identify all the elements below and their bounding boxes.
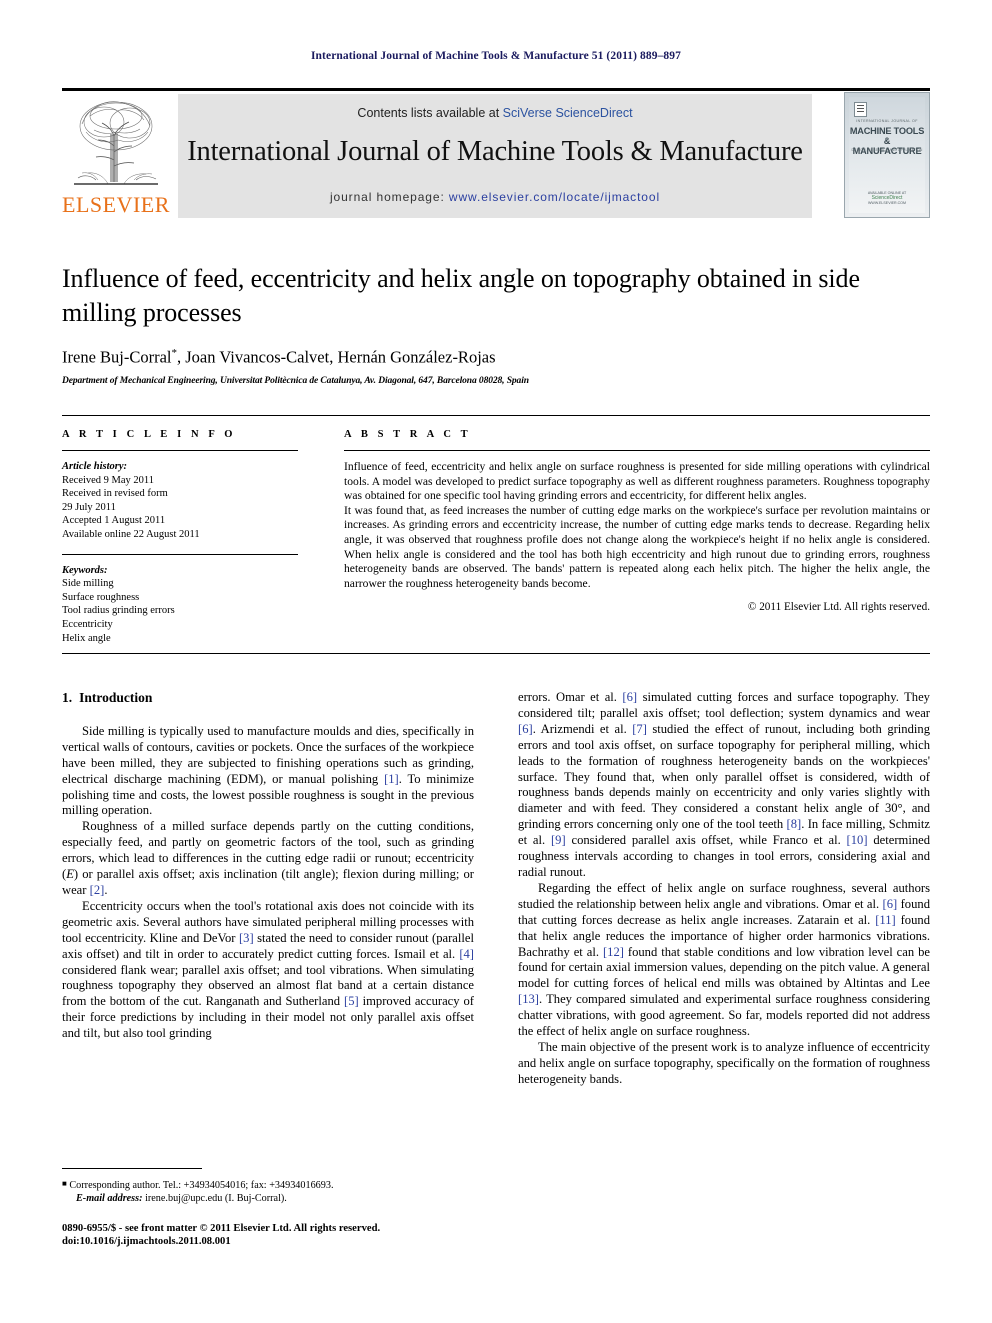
journal-article-page: International Journal of Machine Tools &… <box>0 0 992 1323</box>
email-value[interactable]: irene.buj@upc.edu (I. Buj-Corral). <box>145 1193 287 1204</box>
body-paragraph: errors. Omar et al. [6] simulated cuttin… <box>518 690 931 879</box>
keyword-item: Eccentricity <box>62 618 113 630</box>
cover-inner: INTERNATIONAL JOURNAL OF MACHINE TOOLS &… <box>849 97 925 213</box>
keyword-item: Helix angle <box>62 632 111 644</box>
email-line: E-mail address: irene.buj@upc.edu (I. Bu… <box>62 1192 474 1205</box>
cover-subtitle: DESIGN, RESEARCH AND APPLICATION <box>851 148 923 152</box>
abstract-paragraph: It was found that, as feed increases the… <box>344 503 930 590</box>
article-title-block: Influence of feed, eccentricity and heli… <box>62 262 930 386</box>
email-label: E-mail address: <box>76 1193 143 1204</box>
masthead-top-rule <box>62 88 930 91</box>
article-info-divider <box>62 450 298 451</box>
abstract-column: A B S T R A C T Influence of feed, eccen… <box>344 429 930 613</box>
masthead-panel: Contents lists available at SciVerse Sci… <box>178 94 812 218</box>
body-column-right: errors. Omar et al. [6] simulated cuttin… <box>518 690 930 1088</box>
journal-masthead: ELSEVIER Contents lists available at Sci… <box>62 88 930 218</box>
homepage-prefix: journal homepage: <box>329 190 449 204</box>
article-history-label: Article history: <box>62 461 128 472</box>
contents-prefix: Contents lists available at <box>357 106 503 120</box>
body-paragraph: The main objective of the present work i… <box>518 1039 930 1086</box>
history-item: Received in revised form <box>62 488 168 500</box>
journal-homepage-link[interactable]: www.elsevier.com/locate/ijmactool <box>449 190 660 204</box>
abstract-divider <box>344 450 930 451</box>
history-item: 29 July 2011 <box>62 501 116 513</box>
article-history-block: Article history: Received 9 May 2011 Rec… <box>62 460 298 542</box>
running-head: International Journal of Machine Tools &… <box>310 50 681 62</box>
keywords-block: Keywords: Side milling Surface roughness… <box>62 564 298 646</box>
abstract-paragraph: Influence of feed, eccentricity and heli… <box>344 460 930 503</box>
info-bottom-rule <box>62 653 930 654</box>
keyword-item: Tool radius grinding errors <box>62 605 175 617</box>
journal-homepage-line: journal homepage: www.elsevier.com/locat… <box>178 190 812 204</box>
abstract-body: Influence of feed, eccentricity and heli… <box>344 460 930 591</box>
body-paragraph: Roughness of a milled surface depends pa… <box>62 819 474 897</box>
body-paragraph: Regarding the effect of helix angle on s… <box>518 880 930 1039</box>
history-item: Received 9 May 2011 <box>62 474 155 486</box>
section-title: Introduction <box>79 690 153 705</box>
keywords-label: Keywords: <box>62 564 108 576</box>
author-list: Irene Buj-Corral*, Joan Vivancos-Calvet,… <box>62 347 496 367</box>
abstract-heading: A B S T R A C T <box>344 429 472 440</box>
elsevier-wordmark: ELSEVIER <box>62 192 170 217</box>
page-title: Influence of feed, eccentricity and heli… <box>62 264 860 327</box>
affiliation: Department of Mechanical Engineering, Un… <box>62 375 529 386</box>
history-item: Available online 22 August 2011 <box>62 528 200 540</box>
elsevier-logo: ELSEVIER <box>62 94 170 218</box>
article-info-heading: A R T I C L E I N F O <box>62 429 237 440</box>
body-column-left: 1. Introduction Side milling is typically… <box>62 690 474 1042</box>
copyright-line: © 2011 Elsevier Ltd. All rights reserved… <box>747 601 930 614</box>
imprint-doi[interactable]: doi:10.1016/j.ijmachtools.2011.08.001 <box>62 1235 502 1248</box>
body-paragraph: Side milling is typically used to manufa… <box>62 723 474 818</box>
article-info-column: A R T I C L E I N F O Article history: R… <box>62 429 298 645</box>
sciencedirect-link[interactable]: SciVerse ScienceDirect <box>503 106 633 120</box>
section-number: 1. <box>62 690 73 705</box>
cover-footer-publisher: WWW.ELSEVIER.COM <box>868 201 906 205</box>
corresponding-author-footnote: ■ Corresponding author. Tel.: +349340540… <box>62 1177 474 1205</box>
elsevier-tree-icon <box>68 96 164 188</box>
cover-footer: AVAILABLE ONLINE AT ScienceDirect WWW.EL… <box>849 191 925 206</box>
contents-list-line: Contents lists available at SciVerse Sci… <box>178 106 812 120</box>
keywords-divider <box>62 553 298 555</box>
info-top-rule <box>62 415 930 416</box>
imprint-block: 0890-6955/$ - see front matter © 2011 El… <box>62 1222 502 1249</box>
keyword-item: Surface roughness <box>62 591 140 603</box>
section-heading: 1. Introduction <box>62 690 474 706</box>
cover-title-line1: MACHINE TOOLS <box>849 126 925 136</box>
corresponding-author-text: Corresponding author. Tel.: +34934054016… <box>69 1180 334 1191</box>
keyword-item: Side milling <box>62 578 114 590</box>
body-paragraph: Eccentricity occurs when the tool's rota… <box>62 898 474 1041</box>
journal-title: International Journal of Machine Tools &… <box>187 136 803 167</box>
corresponding-author-line: ■ Corresponding author. Tel.: +349340540… <box>62 1177 474 1192</box>
journal-cover-thumbnail: INTERNATIONAL JOURNAL OF MACHINE TOOLS &… <box>844 92 930 218</box>
cover-eyebrow: INTERNATIONAL JOURNAL OF <box>856 119 918 123</box>
footnote-rule <box>62 1168 202 1169</box>
cover-publisher-mark-icon <box>854 102 867 117</box>
cover-title-line2: & MANUFACTURE <box>852 136 922 156</box>
asterisk-icon: ■ <box>62 1179 67 1188</box>
imprint-front-matter: 0890-6955/$ - see front matter © 2011 El… <box>62 1223 381 1234</box>
history-item: Accepted 1 August 2011 <box>62 515 166 527</box>
